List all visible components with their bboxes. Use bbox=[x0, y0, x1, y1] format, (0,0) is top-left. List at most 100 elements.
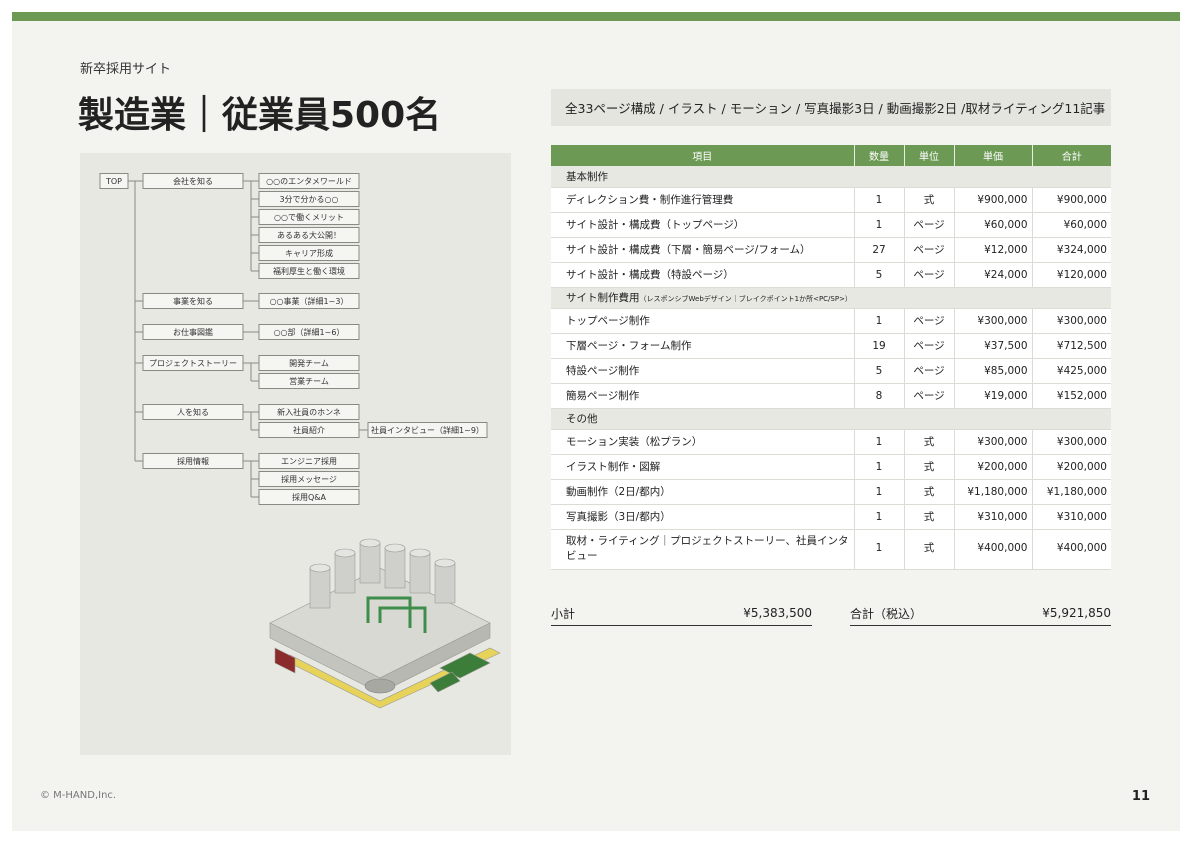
grand-total-value: ¥5,921,850 bbox=[1042, 606, 1111, 620]
row-item: 取材・ライティング｜プロジェクトストーリー、社員インタビュー bbox=[551, 529, 855, 570]
row-qty: 1 bbox=[854, 454, 905, 480]
row-unit: ページ bbox=[904, 212, 955, 238]
sitemap-root-label: TOP bbox=[105, 177, 122, 186]
row-item: 写真撮影（3日/都内） bbox=[551, 504, 855, 530]
table-row: サイト設計・構成費（トップページ） 1 ページ ¥60,000 ¥60,000 bbox=[551, 212, 1111, 238]
row-qty: 8 bbox=[854, 383, 905, 409]
table-row: サイト設計・構成費（特設ページ） 5 ページ ¥24,000 ¥120,000 bbox=[551, 262, 1111, 288]
row-item: イラスト制作・図解 bbox=[551, 454, 855, 480]
row-qty: 1 bbox=[854, 504, 905, 530]
row-price: ¥300,000 bbox=[954, 308, 1033, 334]
row-qty: 1 bbox=[854, 187, 905, 213]
row-total: ¥200,000 bbox=[1032, 454, 1111, 480]
row-qty: 5 bbox=[854, 262, 905, 288]
row-total: ¥300,000 bbox=[1032, 308, 1111, 334]
subtotal-value: ¥5,383,500 bbox=[743, 606, 812, 620]
grand-total: 合計（税込） ¥5,921,850 bbox=[850, 601, 1111, 626]
estimate-table: 項目 数量 単位 単価 合計 基本制作 ディレクション費・制作進行管理費 1 式 ¥90… bbox=[551, 145, 1111, 570]
row-total: ¥310,000 bbox=[1032, 504, 1111, 530]
table-row: 取材・ライティング｜プロジェクトストーリー、社員インタビュー 1 式 ¥400,000… bbox=[551, 529, 1111, 570]
row-price: ¥85,000 bbox=[954, 358, 1033, 384]
sitemap-page: エンジニア採用 bbox=[258, 453, 360, 469]
sitemap-page: 営業チーム bbox=[258, 373, 360, 389]
row-price: ¥400,000 bbox=[954, 529, 1033, 570]
sitemap-page: ○○で働くメリット bbox=[258, 209, 360, 225]
row-total: ¥400,000 bbox=[1032, 529, 1111, 570]
row-total: ¥425,000 bbox=[1032, 358, 1111, 384]
row-unit: 式 bbox=[904, 529, 955, 570]
sitemap-page-label: 営業チーム bbox=[289, 376, 329, 386]
table-header-row: 項目 数量 単位 単価 合計 bbox=[551, 145, 1111, 166]
sitemap-page: あるある大公開！ bbox=[258, 227, 360, 243]
row-unit: 式 bbox=[904, 504, 955, 530]
sitemap-category: 会社を知る bbox=[142, 173, 244, 189]
header-price: 単価 bbox=[954, 145, 1033, 166]
sitemap-page-label: 社員紹介 bbox=[293, 425, 325, 435]
factory-illustration bbox=[269, 538, 501, 709]
sitemap-page: 採用Q&A bbox=[258, 489, 360, 505]
row-total: ¥60,000 bbox=[1032, 212, 1111, 238]
scope-summary: 全33ページ構成 / イラスト / モーション / 写真撮影3日 / 動画撮影2… bbox=[551, 89, 1111, 126]
row-price: ¥24,000 bbox=[954, 262, 1033, 288]
sitemap-page-label: ○○で働くメリット bbox=[274, 212, 344, 222]
table-row: イラスト制作・図解 1 式 ¥200,000 ¥200,000 bbox=[551, 454, 1111, 480]
slide: 新卒採用サイト 製造業｜従業員500名 全33ページ構成 / イラスト / モー… bbox=[12, 12, 1180, 831]
sitemap-category: 採用情報 bbox=[142, 453, 244, 469]
section-title-cell: その他 bbox=[551, 408, 1111, 430]
row-unit: ページ bbox=[904, 308, 955, 334]
table-row: 動画制作（2日/都内） 1 式 ¥1,180,000 ¥1,180,000 bbox=[551, 479, 1111, 505]
row-price: ¥200,000 bbox=[954, 454, 1033, 480]
section-header-row: その他 bbox=[551, 408, 1111, 430]
table-row: ディレクション費・制作進行管理費 1 式 ¥900,000 ¥900,000 bbox=[551, 187, 1111, 213]
sitemap-page: ○○部（詳細1~6） bbox=[258, 324, 360, 340]
row-unit: ページ bbox=[904, 237, 955, 263]
section-title-cell: 基本制作 bbox=[551, 166, 1111, 188]
row-price: ¥310,000 bbox=[954, 504, 1033, 530]
row-qty: 1 bbox=[854, 308, 905, 334]
grand-total-label: 合計（税込） bbox=[850, 606, 923, 621]
row-item: モーション実装（松プラン） bbox=[551, 429, 855, 455]
row-qty: 1 bbox=[854, 529, 905, 570]
sitemap-category-label: 会社を知る bbox=[173, 176, 213, 186]
sitemap-category-label: 事業を知る bbox=[173, 296, 213, 306]
row-total: ¥712,500 bbox=[1032, 333, 1111, 359]
page-subtitle: 新卒採用サイト bbox=[80, 62, 172, 77]
row-qty: 1 bbox=[854, 212, 905, 238]
row-price: ¥60,000 bbox=[954, 212, 1033, 238]
row-item: ディレクション費・制作進行管理費 bbox=[551, 187, 855, 213]
row-price: ¥900,000 bbox=[954, 187, 1033, 213]
row-total: ¥152,000 bbox=[1032, 383, 1111, 409]
row-price: ¥1,180,000 bbox=[954, 479, 1033, 505]
row-price: ¥19,000 bbox=[954, 383, 1033, 409]
header-total: 合計 bbox=[1032, 145, 1111, 166]
table-row: 写真撮影（3日/都内） 1 式 ¥310,000 ¥310,000 bbox=[551, 504, 1111, 530]
top-accent-bar bbox=[12, 12, 1180, 21]
row-unit: ページ bbox=[904, 333, 955, 359]
row-item: 簡易ページ制作 bbox=[551, 383, 855, 409]
header-item: 項目 bbox=[551, 145, 855, 166]
sitemap-page-label: ○○のエンタメワールド bbox=[266, 177, 352, 186]
sitemap-category-label: 採用情報 bbox=[177, 456, 209, 466]
row-unit: ページ bbox=[904, 262, 955, 288]
header-qty: 数量 bbox=[854, 145, 905, 166]
row-total: ¥324,000 bbox=[1032, 237, 1111, 263]
sitemap-category-label: 人を知る bbox=[177, 407, 209, 417]
sitemap-page-label: 開発チーム bbox=[289, 359, 329, 368]
row-total: ¥300,000 bbox=[1032, 429, 1111, 455]
row-item: 下層ページ・フォーム制作 bbox=[551, 333, 855, 359]
sitemap-page-label: あるある大公開！ bbox=[277, 230, 341, 240]
row-qty: 1 bbox=[854, 429, 905, 455]
sitemap-category: プロジェクトストーリー bbox=[142, 355, 244, 371]
row-unit: 式 bbox=[904, 479, 955, 505]
table-row: 特設ページ制作 5 ページ ¥85,000 ¥425,000 bbox=[551, 358, 1111, 384]
row-unit: ページ bbox=[904, 383, 955, 409]
sitemap-category-label: お仕事図鑑 bbox=[173, 327, 213, 337]
section-header-row: サイト制作費用（レスポンシブWebデザイン｜ブレイクポイント1か所<PC/SP>… bbox=[551, 287, 1111, 309]
row-qty: 1 bbox=[854, 479, 905, 505]
sitemap-subpage-label: 社員インタビュー（詳細1~9） bbox=[371, 425, 484, 435]
row-unit: 式 bbox=[904, 187, 955, 213]
table-row: 下層ページ・フォーム制作 19 ページ ¥37,500 ¥712,500 bbox=[551, 333, 1111, 359]
row-unit: 式 bbox=[904, 429, 955, 455]
sitemap-page-label: 採用メッセージ bbox=[281, 474, 337, 484]
row-item: サイト設計・構成費（特設ページ） bbox=[551, 262, 855, 288]
